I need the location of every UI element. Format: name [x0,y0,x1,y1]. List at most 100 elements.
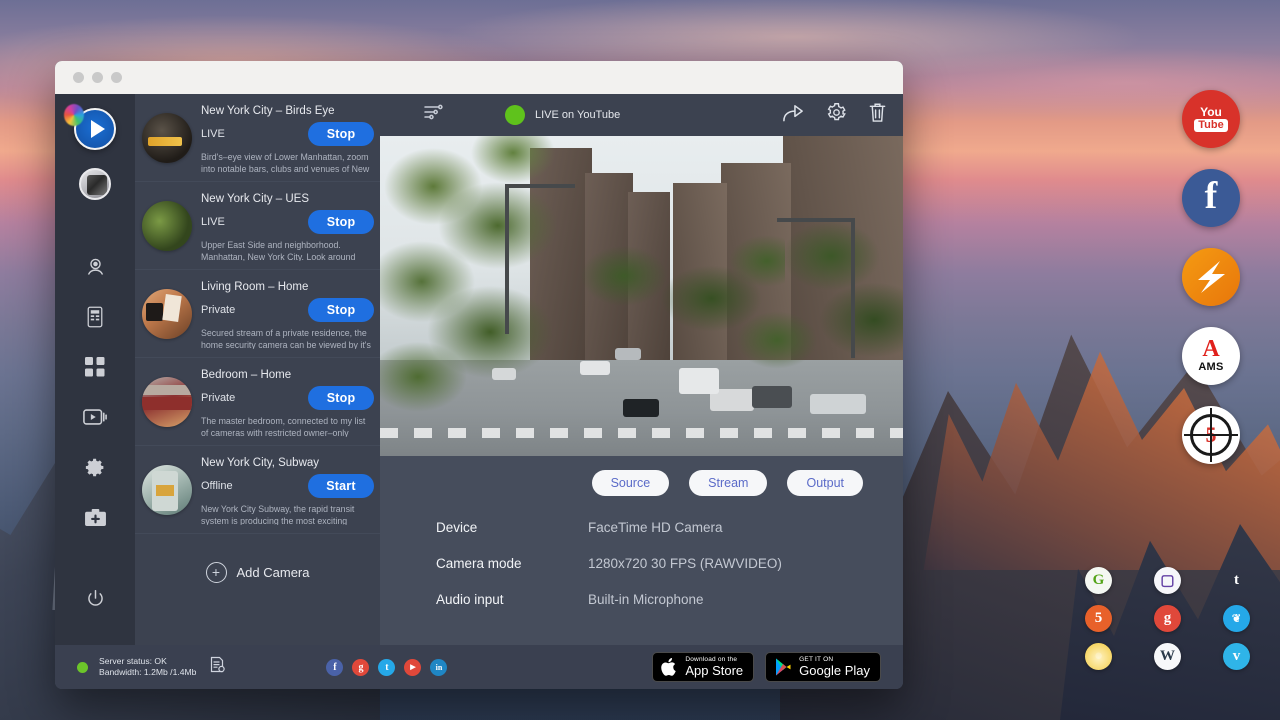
camera-title: Living Room – Home [201,278,374,295]
sidebar-item-user-avatar[interactable] [79,168,111,200]
sunrise-glyph: ● [1094,648,1103,665]
google-plus-mini-icon[interactable]: g [1154,605,1181,632]
camera-toggle-button[interactable]: Start [308,474,374,498]
google-play-big: Google Play [799,664,870,678]
camera-title: New York City, Subway [201,454,374,471]
webcam-icon [85,257,106,278]
street-lamp-arm [505,184,575,188]
groupon-mini-icon[interactable]: G [1085,567,1112,594]
desktop-mini-icons: G ▢ t 5 g ❦ ● W v [1085,567,1258,670]
levels-icon[interactable] [423,104,449,127]
camera-state: LIVE [201,128,225,140]
facebook-service-icon[interactable]: f [1182,169,1240,227]
window-titlebar[interactable] [55,61,903,94]
window-close-button[interactable] [73,72,84,83]
vimeo-mini-icon[interactable]: v [1223,643,1250,670]
adobe-ams-label: AMS [1198,361,1223,373]
vimeo-glyph: v [1233,648,1241,665]
tab-stream[interactable]: Stream [689,470,767,496]
tumblr-mini-icon[interactable]: t [1223,567,1250,594]
camera-thumbnail [142,113,192,163]
sidebar-item-device[interactable] [55,292,135,342]
adobe-a-glyph: A [1202,339,1219,361]
sidebar-item-grid[interactable] [55,342,135,392]
sidebar-rail [55,94,135,645]
sidebar-item-add-camera[interactable] [55,492,135,542]
share-icon[interactable] [782,103,805,128]
google-plus-link[interactable]: g [352,659,369,676]
wordpress-mini-icon[interactable]: W [1154,643,1181,670]
sidebar-item-video[interactable] [55,392,135,442]
sidebar-item-settings[interactable] [55,442,135,492]
trash-icon[interactable] [868,102,887,128]
camera-description: The master bedroom, connected to my list… [201,413,374,437]
wowza-service-icon[interactable] [1182,248,1240,306]
google-plus-glyph: g [1164,610,1172,627]
linkedin-link[interactable]: in [430,659,447,676]
video-preview[interactable] [380,136,903,456]
tumblr-glyph: t [1234,572,1239,589]
main-toolbar: LIVE on YouTube [380,94,903,136]
sidebar-item-webcam[interactable] [55,242,135,292]
tab-output[interactable]: Output [787,470,863,496]
twitter-mini-icon[interactable]: ❦ [1223,605,1250,632]
camera-toggle-button[interactable]: Stop [308,298,374,322]
equalizer-icon [423,104,443,122]
app-window: New York City – Birds Eye LIVE Stop Bird… [55,61,903,689]
google-plus-glyph: g [358,662,363,673]
camera-toggle-button[interactable]: Stop [308,122,374,146]
logo-swirl-icon [64,104,84,126]
youtube-link[interactable]: ▶ [404,659,421,676]
google-play-text: GET IT ON Google Play [799,657,870,677]
camera-thumbnail [142,201,192,251]
sidebar-item-app-logo[interactable] [74,108,116,150]
window-minimize-button[interactable] [92,72,103,83]
tablet-device-icon [86,306,104,328]
car [810,394,866,414]
gear-icon[interactable] [826,102,847,128]
camera-list-item[interactable]: New York City – UES LIVE Stop Upper East… [135,182,380,270]
sunrise-mini-icon[interactable]: ● [1085,643,1112,670]
street-lamp-arm [777,218,855,222]
sidebar-item-power[interactable] [55,573,135,623]
street-lamp [851,218,855,358]
info-row: Audio input Built-in Microphone [436,592,903,607]
youtube-line1: You [1200,106,1222,118]
info-value[interactable]: 1280x720 30 FPS (RAWVIDEO) [588,556,782,571]
facebook-link[interactable]: f [326,659,343,676]
app-store-badge[interactable]: Download on the App Store [652,652,754,682]
twitter-link[interactable]: t [378,659,395,676]
adobe-ams-service-icon[interactable]: A AMS [1182,327,1240,385]
tab-source[interactable]: Source [592,470,670,496]
live-status-label: LIVE on YouTube [535,109,620,121]
window-maximize-button[interactable] [111,72,122,83]
grid-icon [85,357,105,377]
play-triangle-icon [91,120,105,138]
google-play-badge[interactable]: GET IT ON Google Play [765,652,881,682]
livestream-mini-icon[interactable]: 5 [1085,605,1112,632]
toolbar-actions [782,102,887,128]
camera-list-item[interactable]: New York City – Birds Eye LIVE Stop Bird… [135,94,380,182]
camera-list-item[interactable]: Living Room – Home Private Stop Secured … [135,270,380,358]
twitch-mini-icon[interactable]: ▢ [1154,567,1181,594]
youtube-glyph: ▶ [410,663,415,671]
camera-state: Offline [201,480,233,492]
info-value[interactable]: FaceTime HD Camera [588,520,723,535]
log-document-icon[interactable] [209,656,225,678]
info-label: Device [436,520,588,535]
youtube-service-icon[interactable]: You Tube [1182,90,1240,148]
camera-toggle-button[interactable]: Stop [308,386,374,410]
add-camera-label: Add Camera [237,565,310,580]
info-row: Camera mode 1280x720 30 FPS (RAWVIDEO) [436,556,903,571]
livestream-service-icon[interactable]: 5 [1182,406,1240,464]
facebook-glyph: f [1205,177,1218,215]
camera-list-item[interactable]: New York City, Subway Offline Start New … [135,446,380,534]
street-lamp [505,184,509,334]
camera-toggle-button[interactable]: Stop [308,210,374,234]
add-camera-button[interactable]: + Add Camera [135,534,380,583]
camera-status-row: Private Stop [201,295,374,325]
camera-list-item[interactable]: Bedroom – Home Private Stop The master b… [135,358,380,446]
camera-description: New York City Subway, the rapid transit … [201,501,374,525]
status-text: Server status: OK Bandwidth: 1.2Mb /1.4M… [99,656,196,678]
info-value[interactable]: Built-in Microphone [588,592,704,607]
